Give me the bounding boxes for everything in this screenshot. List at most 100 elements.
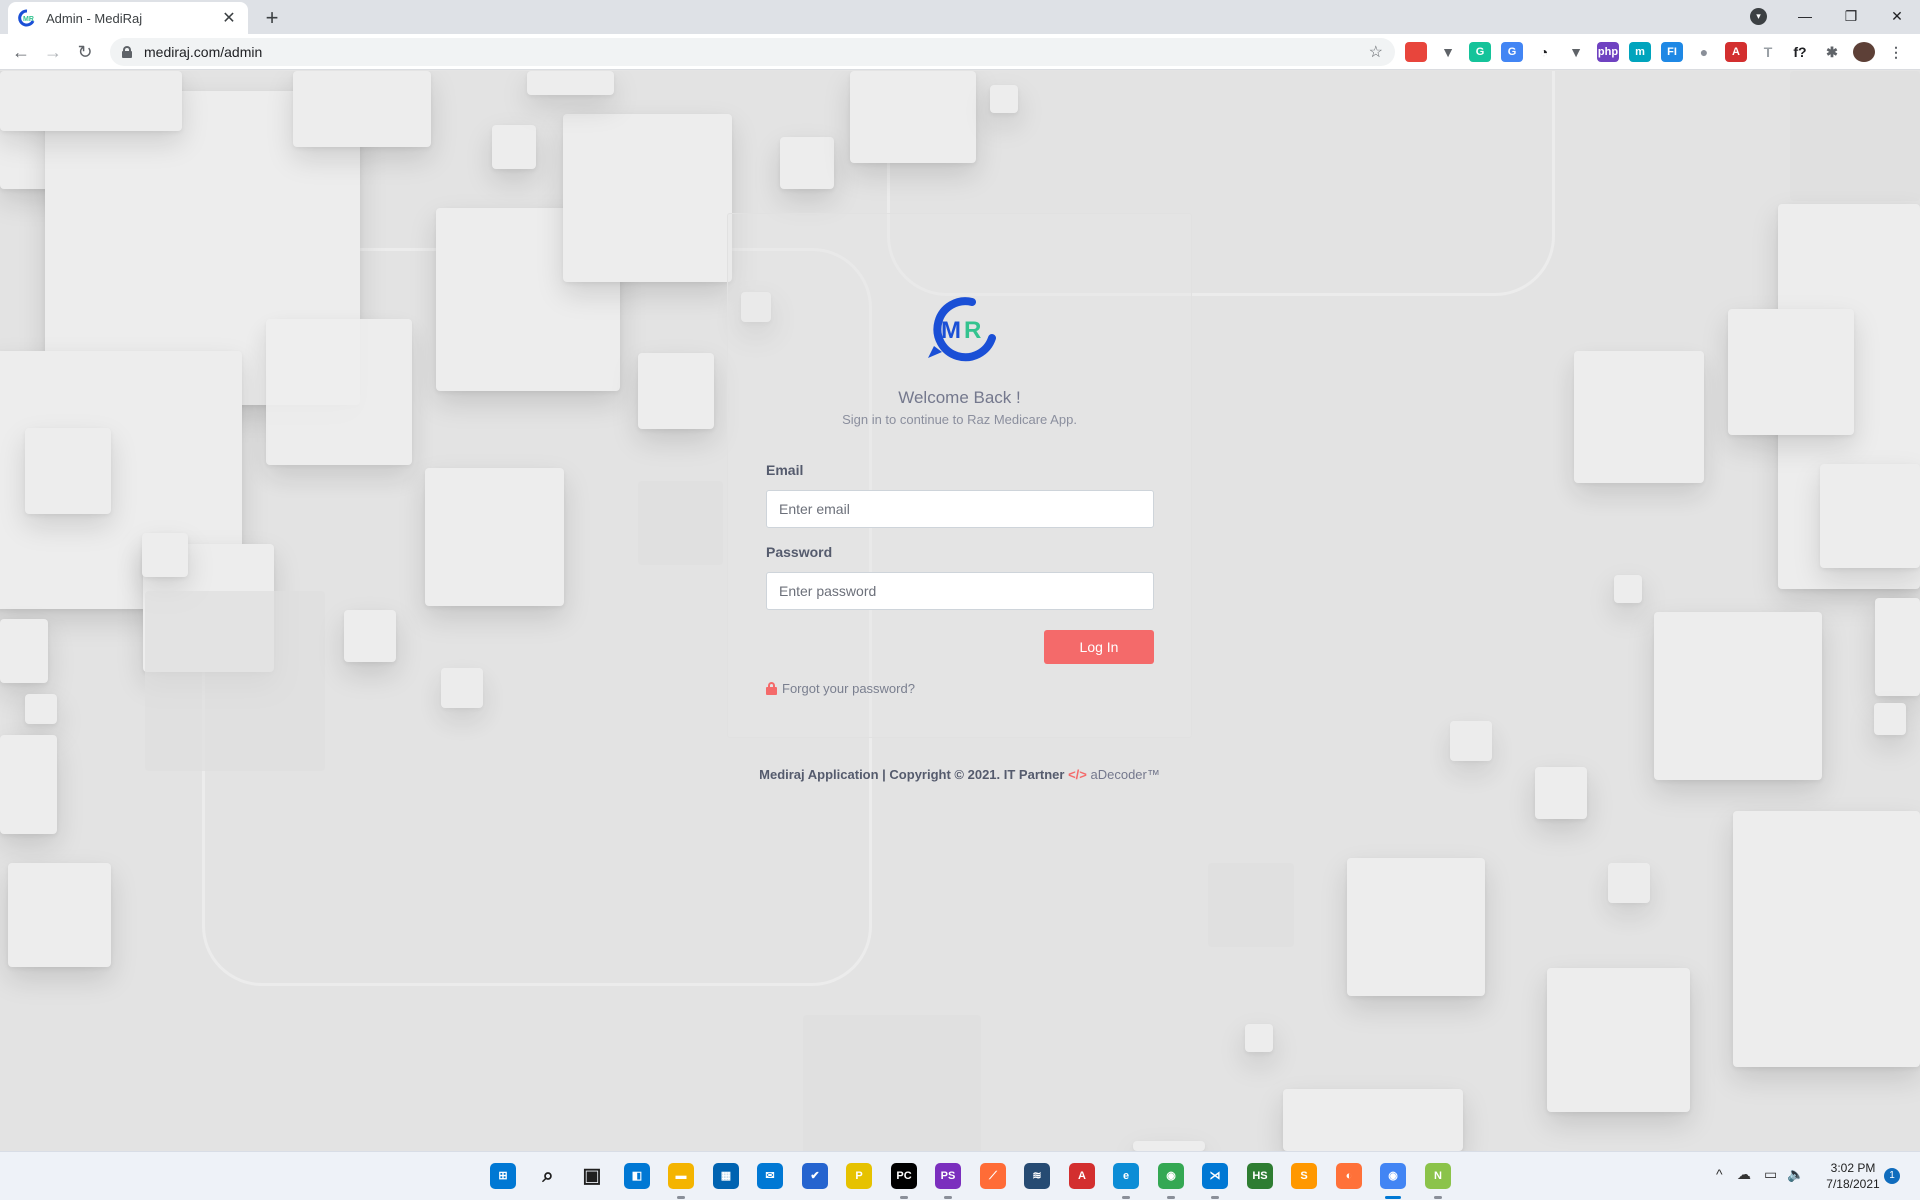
chrome-profile-icon[interactable]: ◉ bbox=[1158, 1163, 1184, 1189]
password-field[interactable] bbox=[766, 572, 1154, 610]
login-subtitle: Sign in to continue to Raz Medicare App. bbox=[842, 412, 1077, 427]
tray-chevron-icon[interactable]: ^ bbox=[1716, 1166, 1723, 1182]
browser-tab-admin[interactable]: MR Admin - MediRaj ✕ bbox=[8, 2, 248, 34]
forgot-password-text[interactable]: Forgot your password? bbox=[782, 681, 915, 696]
address-bar[interactable]: mediraj.com/admin ☆ bbox=[110, 38, 1395, 66]
background-square bbox=[0, 71, 182, 131]
background-square bbox=[425, 468, 564, 606]
tab-close-icon[interactable]: ✕ bbox=[220, 8, 238, 28]
background-square bbox=[293, 71, 431, 147]
welcome-heading: Welcome Back ! bbox=[898, 388, 1021, 407]
background-square bbox=[527, 71, 614, 95]
bookmark-star-icon[interactable]: ☆ bbox=[1369, 42, 1383, 62]
adobe-acrobat-icon[interactable]: A bbox=[1725, 42, 1747, 62]
onedrive-cloud-icon[interactable]: ☁ bbox=[1737, 1166, 1751, 1183]
background-square bbox=[1614, 575, 1642, 603]
php-extension-icon[interactable]: php bbox=[1597, 42, 1619, 62]
whatfont-icon[interactable]: f? bbox=[1789, 42, 1811, 62]
widgets-icon[interactable]: ◧ bbox=[624, 1163, 650, 1189]
tab-title: Admin - MediRaj bbox=[46, 10, 143, 26]
code-icon: </> bbox=[1068, 767, 1087, 782]
background-square bbox=[1874, 703, 1906, 735]
postman-icon[interactable]: ⟋ bbox=[980, 1163, 1006, 1189]
background-square bbox=[1283, 1089, 1463, 1151]
background-square bbox=[1733, 811, 1920, 1067]
timer-icon[interactable]: ◔ bbox=[1533, 42, 1555, 62]
background-square bbox=[638, 481, 723, 565]
m-extension-icon[interactable]: m bbox=[1629, 42, 1651, 62]
grammarly-icon[interactable]: G bbox=[1469, 42, 1491, 62]
more-menu-icon[interactable]: ⋮ bbox=[1885, 42, 1907, 62]
sublime-text-icon[interactable]: S bbox=[1291, 1163, 1317, 1189]
background-square bbox=[1728, 309, 1854, 435]
mysql-workbench-icon[interactable]: ≋ bbox=[1024, 1163, 1050, 1189]
mediraj-favicon-icon: MR bbox=[18, 9, 35, 27]
heidisql-icon[interactable]: HS bbox=[1247, 1163, 1273, 1189]
login-button[interactable]: Log In bbox=[1044, 630, 1154, 664]
background-square bbox=[0, 619, 48, 683]
background-square bbox=[25, 428, 111, 514]
font-extension-icon[interactable]: T bbox=[1757, 42, 1779, 62]
background-square bbox=[638, 353, 714, 429]
background-square bbox=[1574, 351, 1704, 483]
password-label: Password bbox=[766, 544, 833, 560]
edge-icon[interactable]: e bbox=[1113, 1163, 1139, 1189]
new-tab-button[interactable]: + bbox=[258, 4, 286, 32]
background-square bbox=[1208, 863, 1294, 947]
pycharm-icon[interactable]: PC bbox=[891, 1163, 917, 1189]
network-icon[interactable]: ▭ bbox=[1764, 1166, 1777, 1183]
phpstorm-icon[interactable]: PS bbox=[935, 1163, 961, 1189]
url-text[interactable]: mediraj.com/admin bbox=[144, 44, 1369, 60]
windows-start-icon[interactable]: ⊞ bbox=[490, 1163, 516, 1189]
profile-avatar-icon[interactable] bbox=[1853, 42, 1875, 62]
mail-icon[interactable]: ✉ bbox=[757, 1163, 783, 1189]
fi-extension-icon[interactable]: FI bbox=[1661, 42, 1683, 62]
google-translate-icon[interactable]: G bbox=[1501, 42, 1523, 62]
forgot-password-link[interactable]: Forgot your password? bbox=[766, 681, 915, 696]
record-icon[interactable]: ● bbox=[1693, 42, 1715, 62]
vue-devtools-icon[interactable]: ▼ bbox=[1565, 42, 1587, 62]
system-clock[interactable]: 3:02 PM 7/18/2021 bbox=[1818, 1160, 1888, 1192]
reload-icon[interactable]: ↻ bbox=[72, 39, 98, 65]
email-field[interactable] bbox=[766, 490, 1154, 528]
task-view-icon[interactable]: ▣ bbox=[579, 1163, 605, 1189]
background-square bbox=[1535, 767, 1587, 819]
background-square bbox=[344, 610, 396, 662]
notepad-plus-icon[interactable]: N bbox=[1425, 1163, 1451, 1189]
todo-icon[interactable]: ✔ bbox=[802, 1163, 828, 1189]
chrome-icon[interactable]: ◉ bbox=[1380, 1163, 1406, 1189]
puzzle-extensions-icon[interactable]: ✱ bbox=[1821, 42, 1843, 62]
adobe-acrobat-icon[interactable]: A bbox=[1069, 1163, 1095, 1189]
partner-brand-link[interactable]: aDecoder™ bbox=[1090, 767, 1159, 782]
vue-devtools-icon[interactable]: ▼ bbox=[1437, 42, 1459, 62]
browser-toolbar: ← → ↻ mediraj.com/admin ☆ ▼ G G ◔ ▼ php m FI ● A T… bbox=[0, 34, 1920, 70]
extensions-row: ▼ G G ◔ ▼ php m FI ● A Tf? ✱ ⋮ bbox=[1405, 42, 1907, 62]
browser-tab-bar: MR Admin - MediRaj ✕ + ▾ — ❐ ✕ bbox=[0, 0, 1920, 34]
minimize-button[interactable]: — bbox=[1782, 0, 1828, 32]
background-square bbox=[1245, 1024, 1273, 1052]
close-window-button[interactable]: ✕ bbox=[1874, 0, 1920, 32]
notification-badge[interactable]: 1 bbox=[1884, 1168, 1900, 1184]
running-indicator bbox=[1434, 1196, 1442, 1199]
microsoft-store-icon[interactable]: ▦ bbox=[713, 1163, 739, 1189]
paytm-app-icon[interactable]: P bbox=[846, 1163, 872, 1189]
tab-search-icon[interactable]: ▾ bbox=[1750, 8, 1767, 25]
clock-date: 7/18/2021 bbox=[1826, 1177, 1880, 1191]
firefox-icon[interactable]: ◐ bbox=[1336, 1163, 1362, 1189]
svg-text:M: M bbox=[941, 317, 961, 344]
file-explorer-icon[interactable]: ▬ bbox=[668, 1163, 694, 1189]
restore-button[interactable]: ❐ bbox=[1828, 0, 1874, 32]
forward-icon[interactable]: → bbox=[40, 39, 66, 65]
footer-copyright: Mediraj Application | Copyright © 2021. … bbox=[759, 767, 1065, 782]
background-square bbox=[25, 694, 57, 724]
background-square bbox=[1820, 464, 1920, 568]
multicolor-extension-icon[interactable] bbox=[1405, 42, 1427, 62]
search-icon[interactable]: ⌕ bbox=[535, 1163, 561, 1189]
back-icon[interactable]: ← bbox=[8, 39, 34, 65]
running-indicator bbox=[1167, 1196, 1175, 1199]
background-square bbox=[8, 863, 111, 967]
vscode-icon[interactable]: ⋊ bbox=[1202, 1163, 1228, 1189]
volume-icon[interactable]: 🔈 bbox=[1787, 1166, 1804, 1183]
running-indicator bbox=[1122, 1196, 1130, 1199]
background-square bbox=[142, 533, 188, 577]
